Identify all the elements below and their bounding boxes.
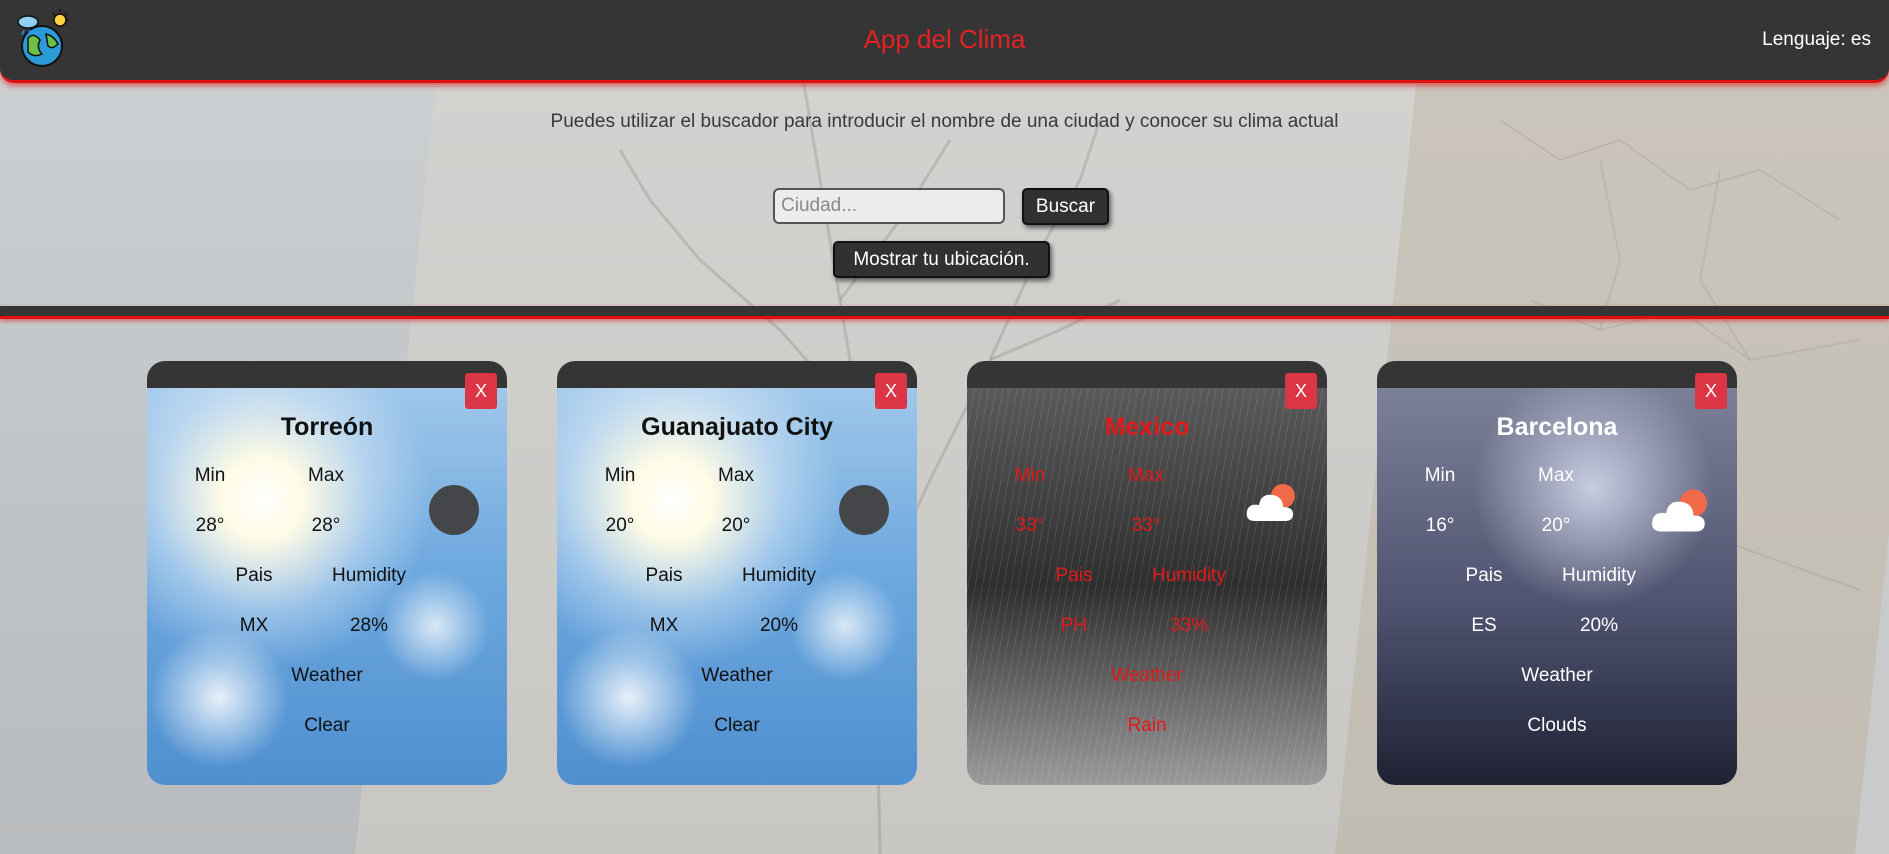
max-label: Max bbox=[1128, 465, 1164, 486]
language-value: es bbox=[1850, 29, 1871, 50]
partly-cloudy-icon bbox=[1649, 486, 1715, 541]
weather-label: Weather bbox=[1111, 665, 1183, 686]
humidity-value: 20% bbox=[759, 615, 799, 636]
humidity-value: 28% bbox=[349, 615, 389, 636]
close-card-button[interactable]: X bbox=[1695, 373, 1727, 409]
weather-card: X Mexico Min Max 33° 33° Pais Humidity P… bbox=[967, 361, 1327, 785]
weather-value: Clear bbox=[304, 715, 350, 736]
page-title: App del Clima bbox=[863, 24, 1026, 54]
country-label: Pais bbox=[1055, 565, 1093, 586]
max-temp-value: 20° bbox=[1541, 515, 1571, 536]
weather-card: X Guanajuato City Min Max 20° 20° Pais H… bbox=[557, 361, 917, 785]
min-label: Min bbox=[1014, 465, 1046, 486]
city-name: Torreón bbox=[280, 413, 374, 441]
section-divider bbox=[0, 306, 1889, 319]
close-card-button[interactable]: X bbox=[465, 373, 497, 409]
min-temp-value: 20° bbox=[605, 515, 635, 536]
min-label: Min bbox=[1424, 465, 1456, 486]
humidity-value: 20% bbox=[1579, 615, 1619, 636]
close-card-button[interactable]: X bbox=[875, 373, 907, 409]
language-label: Lenguaje: bbox=[1762, 29, 1846, 50]
close-card-button[interactable]: X bbox=[1285, 373, 1317, 409]
partly-cloudy-icon bbox=[1245, 481, 1301, 530]
weather-label: Weather bbox=[1521, 665, 1593, 686]
max-label: Max bbox=[718, 465, 754, 486]
min-label: Min bbox=[194, 465, 226, 486]
country-label: Pais bbox=[1465, 565, 1503, 586]
card-header-bar bbox=[1377, 361, 1737, 388]
city-name: Guanajuato City bbox=[641, 413, 833, 441]
app-header: App del Clima Lenguaje: es bbox=[0, 0, 1889, 83]
clear-icon bbox=[429, 485, 479, 535]
card-header-bar bbox=[557, 361, 917, 388]
max-temp-value: 20° bbox=[721, 515, 751, 536]
clear-icon bbox=[839, 485, 889, 535]
country-value: MX bbox=[649, 615, 679, 636]
humidity-label: Humidity bbox=[332, 565, 406, 586]
weather-value: Clouds bbox=[1527, 715, 1587, 736]
country-label: Pais bbox=[645, 565, 683, 586]
language-indicator: Lenguaje: es bbox=[1762, 29, 1871, 51]
card-header-bar bbox=[147, 361, 507, 388]
city-name: Mexico bbox=[1104, 413, 1190, 441]
intro-text: Puedes utilizar el buscador para introdu… bbox=[550, 111, 1339, 132]
max-temp-value: 33° bbox=[1131, 515, 1161, 536]
weather-value: Clear bbox=[714, 715, 760, 736]
weather-card: X Barcelona Min Max 16° 20° Pais Humidit… bbox=[1377, 361, 1737, 785]
min-temp-value: 16° bbox=[1425, 515, 1455, 536]
min-temp-value: 28° bbox=[195, 515, 225, 536]
show-location-button[interactable]: Mostrar tu ubicación. bbox=[833, 241, 1050, 278]
city-search-input[interactable] bbox=[773, 188, 1005, 224]
weather-value: Rain bbox=[1127, 715, 1167, 736]
card-header-bar bbox=[967, 361, 1327, 388]
weather-label: Weather bbox=[291, 665, 363, 686]
humidity-value: 33% bbox=[1169, 615, 1209, 636]
country-value: ES bbox=[1471, 615, 1497, 636]
weather-label: Weather bbox=[701, 665, 773, 686]
country-value: MX bbox=[239, 615, 269, 636]
city-name: Barcelona bbox=[1496, 413, 1618, 441]
humidity-label: Humidity bbox=[1152, 565, 1226, 586]
min-temp-value: 33° bbox=[1015, 515, 1045, 536]
search-button[interactable]: Buscar bbox=[1022, 188, 1109, 225]
max-temp-value: 28° bbox=[311, 515, 341, 536]
max-label: Max bbox=[308, 465, 344, 486]
country-label: Pais bbox=[235, 565, 273, 586]
min-label: Min bbox=[604, 465, 636, 486]
country-value: PH bbox=[1060, 615, 1088, 636]
humidity-label: Humidity bbox=[1562, 565, 1636, 586]
max-label: Max bbox=[1538, 465, 1574, 486]
weather-card: X Torreón Min Max 28° 28° Pais Humidity … bbox=[147, 361, 507, 785]
humidity-label: Humidity bbox=[742, 565, 816, 586]
